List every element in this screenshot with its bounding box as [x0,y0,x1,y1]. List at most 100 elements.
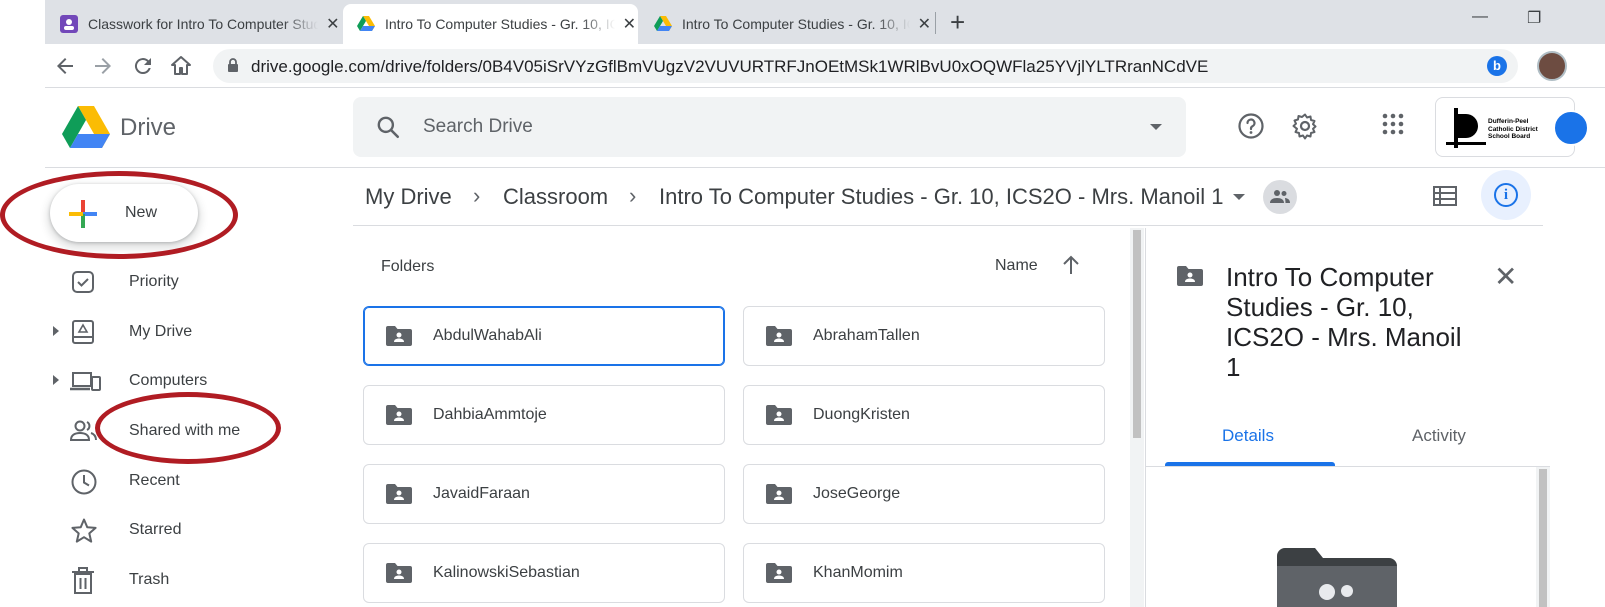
tab-divider [1146,466,1550,467]
folders-section-label: Folders [381,258,435,275]
folder-name: KhanMomim [813,564,903,581]
breadcrumb-current-folder[interactable]: Intro To Computer Studies - Gr. 10, ICS2… [659,184,1223,210]
expand-arrow-icon[interactable] [53,375,59,385]
close-icon[interactable]: ✕ [1494,263,1517,291]
sidebar-item-label: Priority [129,273,179,290]
folder-name: AbdulWahabAli [433,327,542,344]
forward-arrow-icon[interactable] [91,54,115,78]
drive-header: Drive Search Drive Dufferin-Peel Catholi… [45,88,1605,168]
apps-grid-icon[interactable] [1381,112,1405,136]
breadcrumb-classroom[interactable]: Classroom [503,184,608,210]
folder-item[interactable]: DuongKristen [743,385,1105,445]
large-shared-folder-icon [1277,548,1397,607]
search-placeholder: Search Drive [423,116,533,137]
browser-tab-drive-active[interactable]: Intro To Computer Studies - Gr. 10, ICS2… [343,4,638,44]
folder-name: DahbiaAmmtoje [433,406,547,423]
tab-details[interactable]: Details [1222,426,1274,446]
computers-icon [70,372,101,391]
shared-folder-icon [766,563,792,583]
browser-tabstrip: Classwork for Intro To Computer Studies … [0,0,1605,44]
folder-item[interactable]: KhanMomim [743,543,1105,603]
folder-item[interactable]: AbrahamTallen [743,306,1105,366]
folder-menu-chevron-down-icon[interactable] [1233,194,1245,200]
back-arrow-icon[interactable] [53,54,77,78]
reload-icon[interactable] [131,54,155,78]
shared-folder-icon [386,405,412,425]
sidebar-item-label: Recent [129,472,180,489]
new-button[interactable]: New [50,184,198,242]
browser-toolbar: drive.google.com/drive/folders/0B4V05iSr… [45,44,1605,88]
classroom-favicon-icon [60,15,78,33]
tab-close-icon[interactable]: ✕ [916,14,933,34]
settings-gear-icon[interactable] [1291,112,1319,140]
extension-icon[interactable]: b [1487,56,1507,76]
folder-name: DuongKristen [813,406,910,423]
list-view-icon[interactable] [1433,186,1457,206]
new-tab-button[interactable]: + [950,8,965,36]
shared-with-me-icon [70,420,97,441]
tab-separator [935,12,936,34]
sidebar-item-computers[interactable]: Computers [50,361,330,401]
sidebar-item-my-drive[interactable]: My Drive [50,312,330,352]
search-icon[interactable] [375,114,401,140]
sidebar-item-label: Trash [129,571,170,588]
tab-close-icon[interactable]: ✕ [621,14,638,34]
shared-folder-icon [766,484,792,504]
shared-folder-icon [766,326,792,346]
sidebar-item-starred[interactable]: Starred [50,510,330,550]
url-text: drive.google.com/drive/folders/0B4V05iSr… [251,57,1209,76]
breadcrumb: My Drive › Classroom › Intro To Computer… [353,168,1543,226]
folder-name: JavaidFaraan [433,485,530,502]
browser-tab-classwork[interactable]: Classwork for Intro To Computer Studies … [52,4,342,44]
sort-arrow-up-icon[interactable] [1061,254,1081,276]
content-scrollbar[interactable] [1130,228,1144,607]
folder-name: KalinowskiSebastian [433,564,580,581]
lock-icon [228,58,238,72]
view-details-button[interactable]: i [1481,170,1531,220]
my-drive-icon [72,320,94,344]
sidebar-item-trash[interactable]: Trash [50,560,330,600]
details-title-line: 1 [1226,352,1241,382]
priority-icon [72,271,94,293]
scrollbar-thumb[interactable] [1133,230,1141,438]
breadcrumb-separator: › [473,183,481,208]
browser-tab-drive-2[interactable]: Intro To Computer Studies - Gr. 10, ICS2… [648,4,933,44]
school-crest-icon [1446,108,1486,148]
search-input[interactable]: Search Drive [353,97,1186,157]
details-title-line: ICS2O - Mrs. Manoil [1226,322,1462,352]
restore-button[interactable]: ❐ [1527,8,1541,28]
folder-item[interactable]: JoseGeorge [743,464,1105,524]
new-button-label: New [125,204,158,221]
sidebar-item-recent[interactable]: Recent [50,461,330,501]
shared-folder-icon[interactable] [1263,180,1297,214]
drive-logo-icon[interactable] [62,106,110,148]
school-board-name: Dufferin-Peel Catholic District School B… [1488,118,1538,140]
browser-profile-avatar[interactable] [1537,51,1567,81]
scrollbar-thumb[interactable] [1539,469,1547,607]
breadcrumb-separator: › [629,183,637,208]
account-avatar[interactable] [1553,110,1589,146]
trash-icon [72,567,94,594]
folder-name: JoseGeorge [813,485,901,502]
expand-arrow-icon[interactable] [53,326,59,336]
details-scrollbar[interactable] [1536,467,1550,607]
sidebar-item-priority[interactable]: Priority [50,262,330,302]
breadcrumb-my-drive[interactable]: My Drive [365,184,452,210]
folder-item[interactable]: KalinowskiSebastian [363,543,725,603]
tab-activity[interactable]: Activity [1412,426,1466,446]
drive-app-name[interactable]: Drive [120,114,176,142]
tab-close-icon[interactable]: ✕ [324,14,342,34]
search-options-chevron-icon[interactable] [1150,124,1162,130]
folder-item[interactable]: DahbiaAmmtoje [363,385,725,445]
address-bar[interactable]: drive.google.com/drive/folders/0B4V05iSr… [213,49,1518,83]
details-panel-title: Intro To Computer Studies - Gr. 10, ICS2… [1226,262,1496,382]
minimize-button[interactable]: — [1472,8,1488,26]
shared-folder-icon [386,326,412,346]
sort-by-name-button[interactable]: Name [995,257,1038,275]
home-icon[interactable] [169,54,193,78]
drive-favicon-icon [357,16,375,31]
folder-item[interactable]: JavaidFaraan [363,464,725,524]
folder-item[interactable]: AbdulWahabAli [363,306,725,366]
help-icon[interactable] [1237,112,1265,140]
sidebar-item-shared-with-me[interactable]: Shared with me [50,411,330,451]
